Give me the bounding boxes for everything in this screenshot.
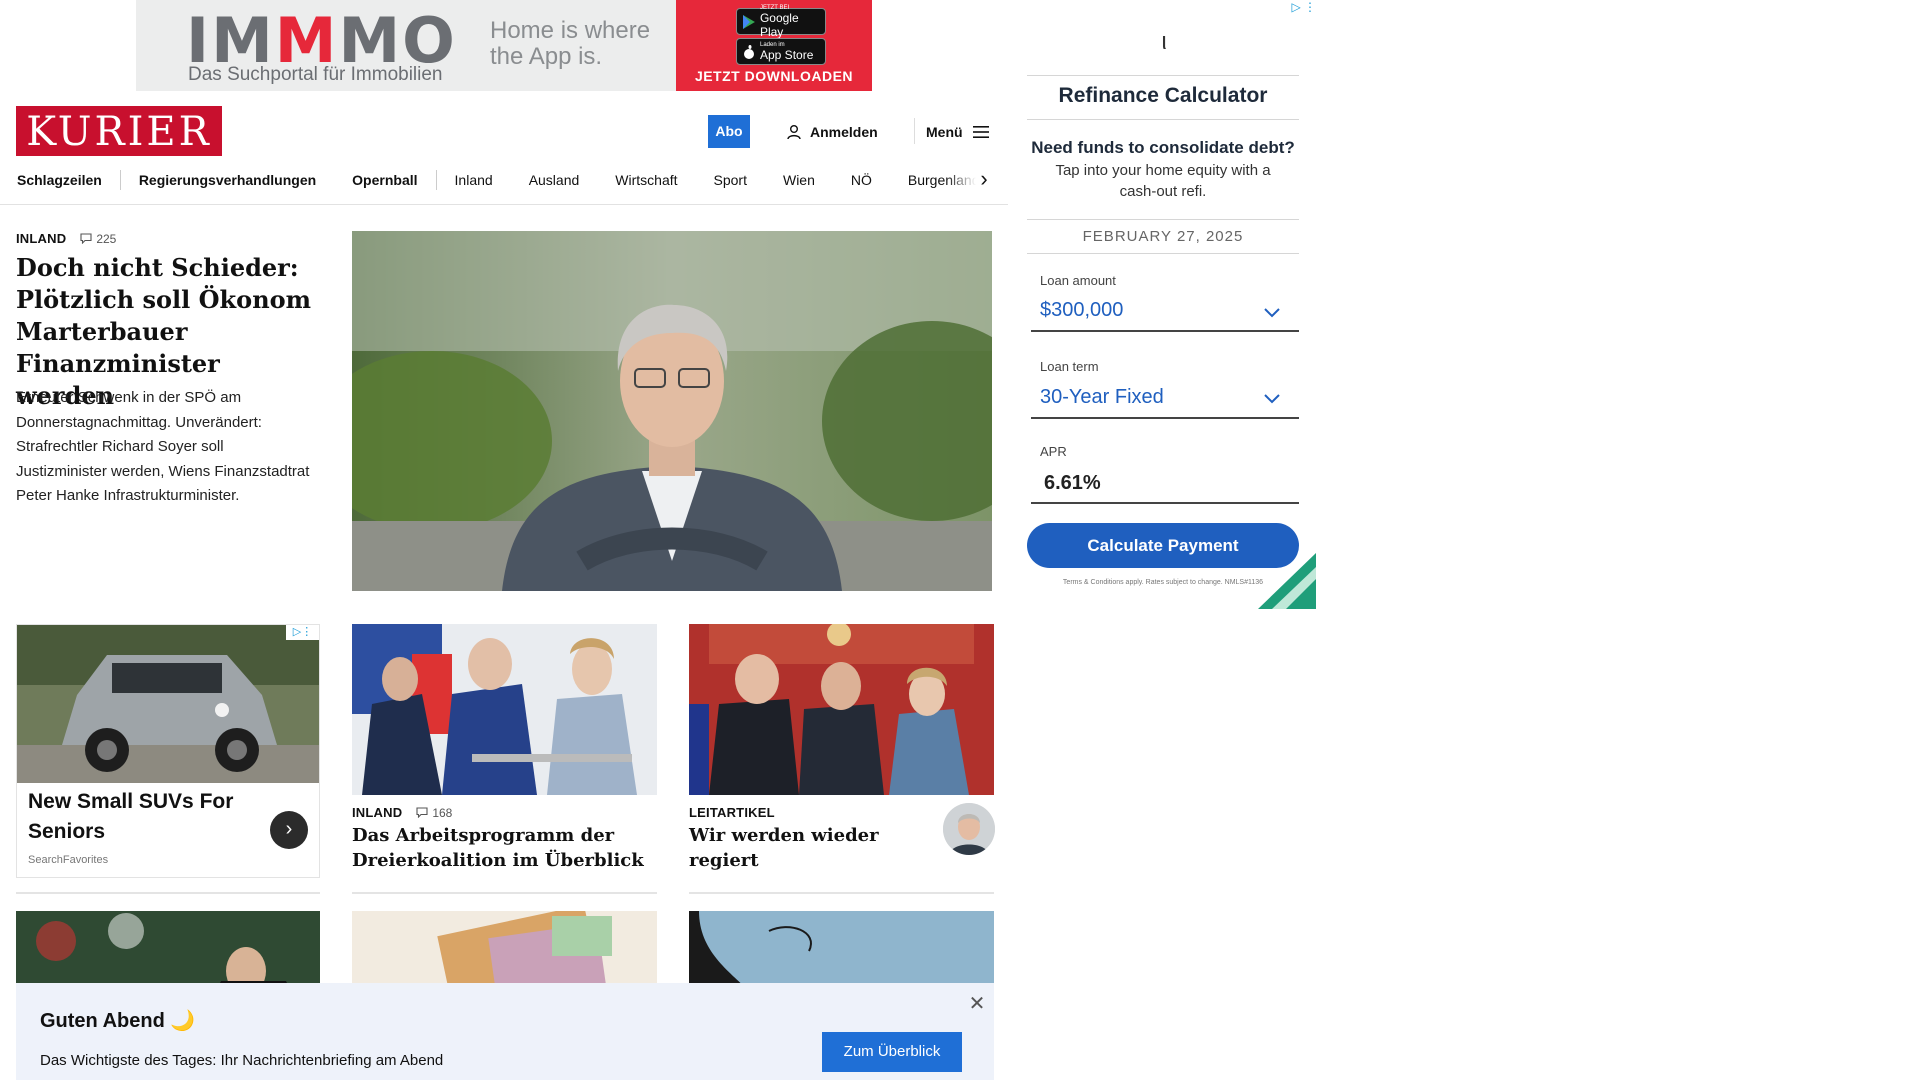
card6-image[interactable] bbox=[689, 911, 994, 991]
ad-headline: Need funds to consolidate debt? bbox=[1031, 138, 1295, 157]
card3-image[interactable] bbox=[689, 624, 994, 795]
close-icon[interactable]: ✕ bbox=[965, 992, 989, 1016]
card2-image[interactable] bbox=[352, 624, 657, 795]
sponsored-title[interactable]: New Small SUVs For Seniors bbox=[28, 787, 258, 847]
ad-divider bbox=[1027, 75, 1299, 76]
briefing-text: Das Wichtigste des Tages: Ihr Nachrichte… bbox=[40, 1052, 444, 1069]
lead-kicker[interactable]: INLAND bbox=[16, 231, 66, 246]
sponsored-arrow-icon[interactable]: › bbox=[270, 811, 308, 849]
football-photo bbox=[16, 911, 320, 991]
card2-comment-count: 168 bbox=[432, 805, 453, 820]
loan-amount-label: Loan amount bbox=[1040, 273, 1116, 288]
card3-headline[interactable]: Wir werden wieder regiert bbox=[689, 823, 929, 873]
author-portrait bbox=[943, 803, 995, 855]
main-navigation: Schlagzeilen Regierungsverhandlungen Ope… bbox=[16, 166, 996, 194]
card2-kicker[interactable]: INLAND bbox=[352, 805, 402, 820]
loan-term-label: Loan term bbox=[1040, 359, 1099, 374]
nav-bottom-rule bbox=[0, 204, 1008, 205]
suv-photo bbox=[17, 625, 319, 783]
lead-comments[interactable]: 225 bbox=[80, 232, 116, 246]
ad-divider bbox=[1027, 219, 1299, 220]
row-divider bbox=[16, 892, 320, 894]
ad-divider bbox=[1027, 119, 1299, 120]
ad-date: FEBRUARY 27, 2025 bbox=[1082, 228, 1244, 245]
nav-item-opernball[interactable]: Opernball bbox=[334, 166, 435, 194]
google-play-badge[interactable]: JETZT BEI Google Play bbox=[736, 5, 826, 39]
user-icon bbox=[787, 125, 801, 140]
sponsored-image[interactable] bbox=[17, 625, 319, 783]
lead-meta: INLAND 225 bbox=[16, 231, 116, 246]
briefing-button[interactable]: Zum Überblick bbox=[822, 1032, 962, 1072]
loan-amount-select[interactable]: $300,000 bbox=[1040, 299, 1123, 322]
comment-icon bbox=[80, 233, 92, 244]
ad-download-cta[interactable]: JETZT DOWNLOADEN bbox=[676, 68, 872, 84]
nav-item-sport[interactable]: Sport bbox=[696, 166, 765, 194]
field-underline bbox=[1031, 330, 1299, 332]
card3-kicker[interactable]: LEITARTIKEL bbox=[689, 805, 775, 820]
card2-meta: INLAND 168 bbox=[352, 805, 452, 820]
lead-photo-portrait bbox=[352, 231, 992, 591]
menu-button[interactable]: Menü bbox=[926, 120, 989, 144]
press-conference-photo bbox=[352, 624, 657, 795]
abo-button[interactable]: Abo bbox=[708, 115, 750, 148]
login-link[interactable]: Anmelden bbox=[786, 120, 878, 144]
lead-image[interactable] bbox=[352, 231, 992, 591]
ad-brand-mark: ι bbox=[1161, 28, 1167, 55]
illustration-photo bbox=[689, 911, 994, 991]
government-photo bbox=[689, 624, 994, 795]
apr-value: 6.61% bbox=[1044, 472, 1101, 494]
chevron-down-icon[interactable] bbox=[1262, 302, 1282, 322]
header-divider bbox=[914, 118, 915, 144]
card2-comments[interactable]: 168 bbox=[416, 806, 452, 820]
google-play-icon bbox=[743, 14, 755, 29]
chevron-down-icon[interactable] bbox=[1262, 388, 1282, 408]
lead-teaser[interactable]: Erneuter Schwenk in der SPÖ am Donnersta… bbox=[16, 386, 316, 509]
apple-icon bbox=[744, 44, 754, 59]
nav-item-wien[interactable]: Wien bbox=[765, 166, 833, 194]
field-underline bbox=[1031, 502, 1299, 504]
ad-divider bbox=[1027, 253, 1299, 254]
field-underline bbox=[1031, 417, 1299, 419]
apr-label: APR bbox=[1040, 444, 1067, 459]
nav-item-ausland[interactable]: Ausland bbox=[511, 166, 598, 194]
nav-item-wirtschaft[interactable]: Wirtschaft bbox=[597, 166, 695, 194]
ad-subline: Tap into your home equity with a cash-ou… bbox=[1055, 162, 1271, 200]
lead-comment-count: 225 bbox=[96, 231, 117, 246]
sponsored-source[interactable]: SearchFavorites bbox=[28, 854, 108, 866]
ad-choices-icon[interactable]: ▷ ⋮ bbox=[1278, 0, 1316, 16]
author-avatar[interactable] bbox=[943, 803, 995, 855]
nav-item-schlagzeilen[interactable]: Schlagzeilen bbox=[16, 166, 120, 194]
card2-headline[interactable]: Das Arbeitsprogramm der Dreierkoalition … bbox=[352, 823, 657, 873]
briefing-title: Guten Abend 🌙 bbox=[40, 1010, 196, 1032]
ad-tagline: Home is where the App is. bbox=[490, 17, 651, 70]
loan-term-select[interactable]: 30-Year Fixed bbox=[1040, 386, 1164, 409]
ad-logo-subline: Das Suchportal für Immobilien bbox=[188, 64, 443, 85]
nav-item-noe[interactable]: NÖ bbox=[833, 166, 890, 194]
adchoices-icon[interactable]: ▷⋮ bbox=[286, 625, 319, 640]
login-label: Anmelden bbox=[810, 124, 878, 140]
row-divider bbox=[352, 892, 657, 894]
app-store-badge[interactable]: Laden im App Store bbox=[736, 38, 826, 65]
nav-item-regierungsverhandlungen[interactable]: Regierungsverhandlungen bbox=[121, 166, 334, 194]
ad-corner-decoration bbox=[1258, 553, 1316, 609]
comment-icon bbox=[416, 807, 428, 818]
card5-image[interactable] bbox=[352, 911, 657, 991]
card4-image[interactable] bbox=[16, 911, 320, 991]
menu-label: Menü bbox=[926, 124, 963, 140]
ad-title: Refinance Calculator bbox=[1058, 84, 1268, 107]
nav-scroll-right-icon[interactable]: › bbox=[974, 166, 994, 194]
kurier-logo[interactable]: KURIER bbox=[16, 106, 222, 156]
hamburger-icon bbox=[972, 126, 989, 138]
banknotes-photo bbox=[352, 911, 657, 991]
ad-download-panel[interactable]: JETZT BEI Google Play Laden im App Store J… bbox=[676, 0, 872, 91]
nav-item-inland[interactable]: Inland bbox=[437, 166, 511, 194]
top-ad-banner[interactable]: IMMMO Das Suchportal für Immobilien Home… bbox=[136, 0, 872, 91]
row-divider bbox=[689, 892, 994, 894]
